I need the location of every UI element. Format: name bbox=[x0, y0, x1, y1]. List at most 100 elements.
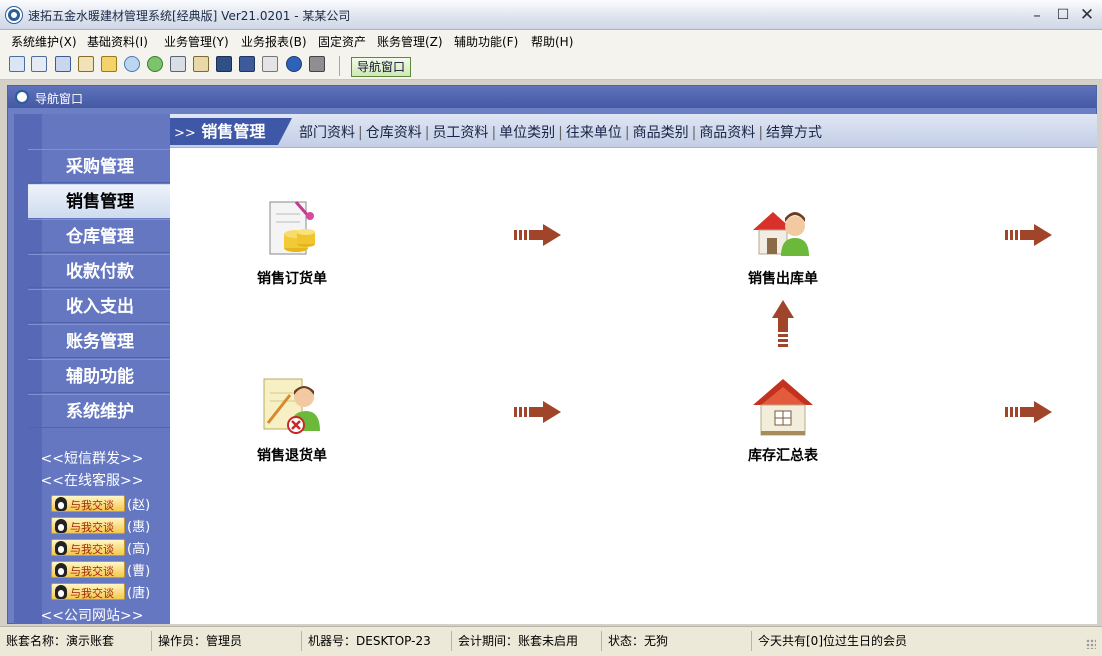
link-products[interactable]: 商品资料 bbox=[699, 125, 755, 141]
qq-penguin-icon bbox=[55, 519, 67, 533]
inventory-summary-icon bbox=[751, 375, 815, 439]
menu-aux[interactable]: 辅助功能(F) bbox=[454, 33, 518, 50]
menu-business[interactable]: 业务管理(Y) bbox=[164, 33, 229, 50]
menu-help[interactable]: 帮助(H) bbox=[531, 33, 573, 50]
grid-icon[interactable] bbox=[9, 56, 25, 72]
link-separator: | bbox=[624, 125, 630, 141]
flow-sales-outbound[interactable]: 销售出库单 bbox=[723, 198, 843, 288]
minimize-icon[interactable]: – bbox=[1024, 4, 1050, 26]
sidebar-item-income-expense[interactable]: 收入支出 bbox=[28, 289, 170, 323]
refresh-icon[interactable] bbox=[124, 56, 140, 72]
flow-label: 销售订货单 bbox=[257, 271, 327, 287]
arrow-right-icon bbox=[514, 401, 561, 423]
navigation-window-icon bbox=[15, 90, 29, 104]
maximize-icon[interactable]: ☐ bbox=[1050, 4, 1076, 26]
flow-sales-return[interactable]: 销售退货单 bbox=[232, 375, 352, 465]
company-website-link[interactable]: <<公司网站>> bbox=[14, 605, 170, 625]
qq-contact-name: (惠) bbox=[127, 520, 151, 535]
qq-chat-button[interactable]: 与我交谈 bbox=[51, 495, 125, 512]
save-icon[interactable] bbox=[239, 56, 255, 72]
qq-chat-button[interactable]: 与我交谈 bbox=[51, 517, 125, 534]
toolbar: 导航窗口 bbox=[0, 52, 1102, 80]
resize-grip-icon[interactable] bbox=[1086, 639, 1096, 649]
qq-penguin-icon bbox=[55, 541, 67, 555]
qq-chat-button[interactable]: 与我交谈 bbox=[51, 583, 125, 600]
flow-label: 库存汇总表 bbox=[748, 448, 818, 464]
link-product-categories[interactable]: 商品类别 bbox=[633, 125, 689, 141]
link-settlement-methods[interactable]: 结算方式 bbox=[766, 125, 822, 141]
menu-accounts[interactable]: 账务管理(Z) bbox=[377, 33, 443, 50]
sidebar-item-accounts[interactable]: 账务管理 bbox=[28, 324, 170, 358]
status-bar: 账套名称：演示账套 操作员：管理员 机器号：DESKTOP-23 会计期间：账套… bbox=[0, 626, 1102, 656]
qq-penguin-icon bbox=[55, 497, 67, 511]
toolbar-separator bbox=[339, 56, 340, 76]
menu-bar: 系统维护(X) 基础资料(I) 业务管理(Y) 业务报表(B) 固定资产 账务管… bbox=[0, 30, 1102, 52]
section-tab: >> 销售管理 bbox=[170, 118, 292, 145]
qq-contact-name: (赵) bbox=[127, 498, 151, 513]
help-icon[interactable] bbox=[286, 56, 302, 72]
monitor-icon[interactable] bbox=[216, 56, 232, 72]
link-employees[interactable]: 员工资料 bbox=[432, 125, 488, 141]
qq-contact-name: (唐) bbox=[127, 586, 151, 601]
transfer-icon[interactable] bbox=[170, 56, 186, 72]
menu-fixed-assets[interactable]: 固定资产 bbox=[318, 33, 366, 50]
people-icon[interactable] bbox=[147, 56, 163, 72]
qq-penguin-icon bbox=[55, 585, 67, 599]
status-machine: 机器号：DESKTOP-23 bbox=[302, 631, 452, 651]
arrow-right-icon bbox=[1005, 401, 1052, 423]
sidebar-item-payments[interactable]: 收款付款 bbox=[28, 254, 170, 288]
flow-inventory-summary[interactable]: 库存汇总表 bbox=[723, 375, 843, 465]
link-separator: | bbox=[691, 125, 697, 141]
sub-links: 部门资料 | 仓库资料 | 员工资料 | 单位类别 | 往来单位 | 商品类别 | 商品资料 | 结算方式 bbox=[299, 122, 822, 142]
window-title: 速拓五金水暖建材管理系统[经典版] Ver21.0201 - 某某公司 bbox=[28, 9, 351, 23]
sales-order-icon bbox=[260, 198, 324, 262]
qq-contact-name: (曹) bbox=[127, 564, 151, 579]
flow-label: 销售退货单 bbox=[257, 448, 327, 464]
qq-chat-button[interactable]: 与我交谈 bbox=[51, 539, 125, 556]
online-service-link[interactable]: <<在线客服>> bbox=[14, 470, 170, 490]
arrow-right-icon bbox=[514, 224, 561, 246]
sidebar-item-purchase[interactable]: 采购管理 bbox=[28, 149, 170, 183]
section-title: 销售管理 bbox=[201, 122, 266, 141]
status-account: 账套名称：演示账套 bbox=[0, 631, 152, 651]
sales-outbound-icon bbox=[751, 198, 815, 262]
status-period: 会计期间：账套未启用 bbox=[452, 631, 602, 651]
qq-contact-name: (高) bbox=[127, 542, 151, 557]
status-state: 状态：无狗 bbox=[602, 631, 752, 651]
arrow-right-icon bbox=[1005, 224, 1052, 246]
link-separator: | bbox=[358, 125, 363, 141]
card-icon[interactable] bbox=[78, 56, 94, 72]
qq-chat-button[interactable]: 与我交谈 bbox=[51, 561, 125, 578]
close-icon[interactable]: ✕ bbox=[1074, 4, 1100, 26]
title-bar: 速拓五金水暖建材管理系统[经典版] Ver21.0201 - 某某公司 – ☐ … bbox=[0, 0, 1102, 30]
section-header: >> 销售管理 部门资料 | 仓库资料 | 员工资料 | 单位类别 | 往来单位 | 商品类别 | 商品… bbox=[170, 114, 1097, 148]
sidebar-item-warehouse[interactable]: 仓库管理 bbox=[28, 219, 170, 253]
sidebar-item-system[interactable]: 系统维护 bbox=[28, 394, 170, 428]
link-warehouses[interactable]: 仓库资料 bbox=[366, 125, 422, 141]
users-icon[interactable] bbox=[101, 56, 117, 72]
link-unit-categories[interactable]: 单位类别 bbox=[499, 125, 555, 141]
flow-sales-order[interactable]: 销售订货单 bbox=[232, 198, 352, 288]
navigation-window-titlebar: 导航窗口 bbox=[8, 86, 1096, 108]
navigation-window-title: 导航窗口 bbox=[35, 92, 84, 106]
link-separator: | bbox=[558, 125, 563, 141]
window-icon[interactable] bbox=[55, 56, 71, 72]
menu-system[interactable]: 系统维护(X) bbox=[11, 33, 77, 50]
sidebar-item-aux[interactable]: 辅助功能 bbox=[28, 359, 170, 393]
sidebar-item-sales[interactable]: 销售管理 bbox=[28, 184, 170, 218]
export-icon[interactable] bbox=[193, 56, 209, 72]
sms-broadcast-link[interactable]: <<短信群发>> bbox=[14, 448, 170, 468]
link-departments[interactable]: 部门资料 bbox=[299, 125, 355, 141]
print-icon[interactable] bbox=[262, 56, 278, 72]
menu-reports[interactable]: 业务报表(B) bbox=[241, 33, 307, 50]
link-separator: | bbox=[758, 125, 764, 141]
form-icon[interactable] bbox=[31, 56, 47, 72]
menu-basic-data[interactable]: 基础资料(I) bbox=[87, 33, 148, 50]
navigation-window-button[interactable]: 导航窗口 bbox=[351, 57, 411, 77]
link-partners[interactable]: 往来单位 bbox=[566, 125, 622, 141]
status-birthday: 今天共有[0]位过生日的会员 bbox=[758, 634, 907, 648]
exit-icon[interactable] bbox=[309, 56, 325, 72]
qq-penguin-icon bbox=[55, 563, 67, 577]
link-separator: | bbox=[424, 125, 430, 141]
sales-return-icon bbox=[260, 375, 324, 439]
